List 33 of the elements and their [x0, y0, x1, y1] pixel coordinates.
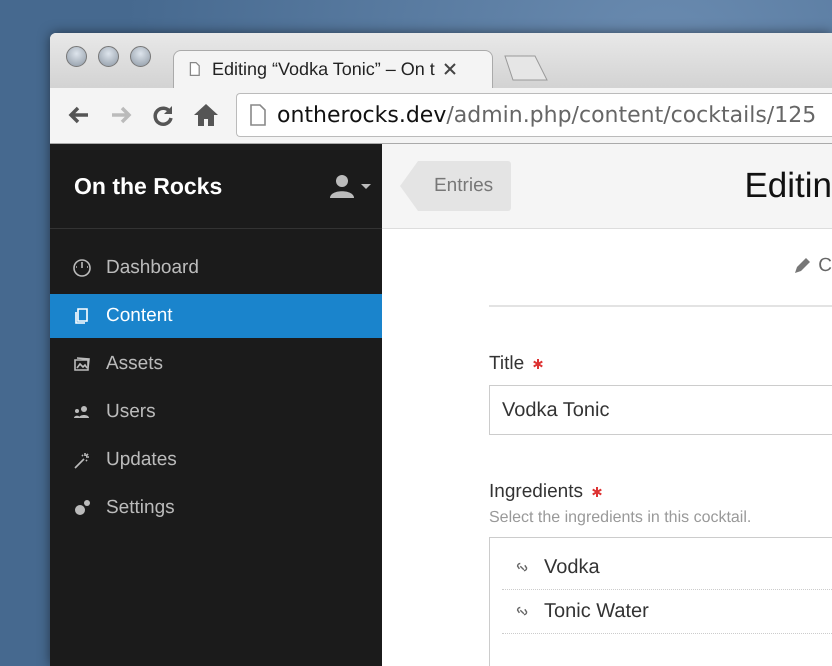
nav-item[interactable]: Dashboard [50, 246, 382, 290]
gauge-icon [72, 258, 92, 278]
nav-item[interactable]: Assets [50, 342, 382, 386]
url-text: ontherocks.dev/admin.php/content/cocktails/125 [277, 102, 816, 128]
content-tab[interactable]: C [792, 229, 832, 305]
field-label: Title [489, 353, 524, 375]
nav-item[interactable]: Content [50, 294, 382, 338]
tab-title: Editing “Vodka Tonic” – On t [212, 58, 435, 80]
address-bar[interactable]: ontherocks.dev/admin.php/content/cocktails/125 [236, 93, 832, 138]
zoom-window-button[interactable] [130, 46, 151, 67]
magic-wand-icon [72, 450, 92, 470]
nav-item[interactable]: Users [50, 390, 382, 434]
page-icon [249, 103, 267, 128]
photos-icon [72, 354, 92, 374]
browser-tab[interactable]: Editing “Vodka Tonic” – On t [173, 50, 493, 88]
page-title: Editin [744, 166, 832, 206]
site-name: On the Rocks [74, 172, 222, 200]
close-window-button[interactable] [66, 46, 87, 67]
user-menu-icon[interactable] [328, 174, 372, 198]
nav-item[interactable]: Settings [50, 486, 382, 530]
related-entry: Tonic Water [544, 600, 649, 623]
new-tab-button[interactable] [503, 54, 549, 82]
close-icon [442, 62, 457, 76]
field-label: Ingredients [489, 481, 584, 503]
back-button[interactable]: Entries [400, 161, 512, 211]
field-hint: Select the ingredients in this cocktail. [489, 509, 752, 527]
related-entry: Vodka [544, 556, 600, 579]
minimize-window-button[interactable] [98, 46, 119, 67]
nav-item[interactable]: Updates [50, 438, 382, 482]
home-icon [192, 102, 220, 128]
pencil-icon [792, 256, 812, 276]
relations-field[interactable]: Vodka Tonic Water [489, 537, 832, 666]
title-input[interactable]: Vodka Tonic [489, 385, 832, 435]
